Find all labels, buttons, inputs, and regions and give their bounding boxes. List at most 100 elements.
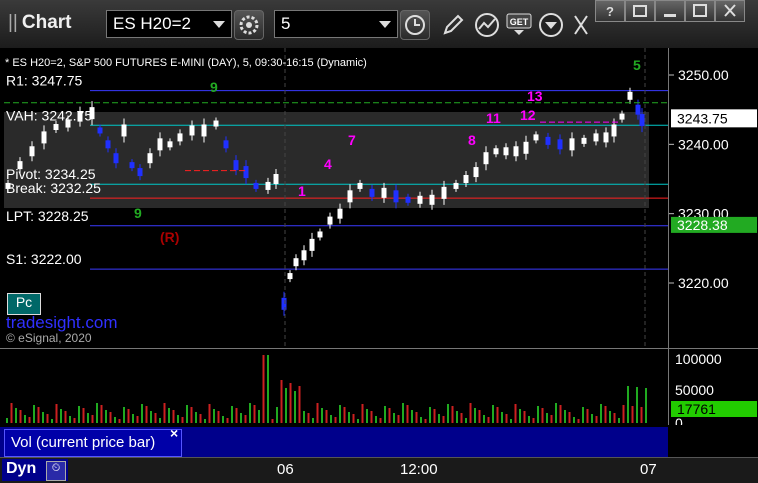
volume-bar (519, 409, 521, 423)
price-tick-label: 3250.00 (678, 67, 729, 83)
volume-bar (136, 416, 139, 423)
volume-bar (438, 414, 440, 423)
volume-bar (573, 417, 575, 423)
maximize-button[interactable] (685, 0, 715, 22)
candle-body (593, 133, 599, 142)
volume-bar (510, 419, 512, 423)
volume-bar (267, 355, 269, 423)
volume-bar (145, 406, 148, 423)
close-panel-icon[interactable]: × (170, 425, 178, 441)
gear-icon[interactable] (234, 10, 264, 40)
clock-icon[interactable] (400, 10, 430, 40)
level-label: S1: 3222.00 (6, 251, 82, 267)
volume-bar (118, 419, 121, 423)
volume-bar (55, 404, 58, 423)
volume-bar (361, 404, 364, 423)
volume-tick-label: 100000 (675, 351, 722, 367)
candle-body (545, 136, 551, 145)
symbol-dropdown[interactable]: ES H20=2 (106, 10, 232, 38)
volume-bar (429, 407, 431, 423)
pencil-icon[interactable] (440, 12, 466, 38)
candle-body (5, 182, 11, 189)
lpt-tag-value: 3228.38 (677, 217, 728, 233)
volume-bar (82, 408, 85, 423)
count-marker: 9 (210, 79, 218, 95)
candle-body (639, 114, 645, 127)
volume-bar (487, 417, 490, 423)
restore-icon[interactable] (625, 0, 655, 22)
chart-title: || Chart (8, 12, 72, 33)
volume-bar (289, 383, 292, 423)
candle-body (503, 147, 509, 156)
volume-bar (366, 409, 368, 423)
volume-bar (577, 419, 580, 423)
volume-bar (168, 408, 170, 423)
volume-bar (190, 407, 193, 423)
candle-body (473, 167, 479, 178)
volume-bar (352, 414, 355, 423)
volume-bar (312, 418, 314, 423)
candle-body (533, 134, 539, 141)
candle-body (393, 190, 399, 203)
candle-body (619, 113, 625, 120)
minimize-button[interactable] (655, 0, 685, 22)
volume-bar (433, 409, 436, 423)
volume-bar (402, 403, 404, 423)
volume-bar (451, 406, 454, 423)
last-volume-value: 17761 (677, 401, 716, 417)
volume-bar (514, 404, 517, 423)
close-button[interactable] (715, 0, 745, 22)
volume-bar (177, 415, 179, 423)
svg-text:?: ? (606, 4, 614, 19)
volume-panel[interactable] (0, 348, 668, 425)
candle-body (213, 120, 219, 127)
help-button[interactable]: ? (595, 0, 625, 22)
volume-bar (631, 406, 634, 423)
candle-body (309, 238, 315, 251)
study-icon[interactable] (474, 11, 502, 39)
dropdown-circle-icon[interactable] (538, 12, 564, 38)
candle-body (265, 181, 271, 190)
volume-bar (357, 419, 359, 423)
clock-lock-icon[interactable]: ⏲ (46, 461, 66, 481)
candle-body (77, 111, 83, 122)
level-label: Break: 3232.25 (6, 180, 101, 196)
link-icon[interactable] (569, 12, 593, 38)
volume-bar (141, 404, 143, 423)
get-data-icon[interactable]: GET (506, 13, 532, 35)
volume-bars (6, 355, 647, 423)
volume-bar (226, 418, 229, 423)
volume-bar (586, 409, 589, 423)
volume-bar (325, 410, 328, 423)
candle-body (611, 124, 617, 137)
chart-toolbar: || Chart ES H20=2 5 GET ? (0, 0, 758, 49)
r-marker: (R) (160, 229, 179, 245)
volume-panel-label[interactable]: Vol (current price bar) (4, 429, 182, 457)
candle-body (105, 140, 111, 149)
candle-body (635, 104, 641, 115)
volume-bar (343, 407, 346, 423)
volume-bar (303, 411, 305, 423)
volume-bar (28, 417, 31, 423)
volume-bar (294, 391, 296, 423)
candle-body (453, 182, 459, 189)
volume-bar (51, 419, 53, 423)
interval-dropdown[interactable]: 5 (274, 10, 398, 38)
volume-bar (474, 408, 476, 423)
volume-bar (159, 418, 161, 423)
volume-bar (550, 415, 553, 423)
volume-bar (298, 386, 301, 423)
price-plot[interactable]: R1: 3247.75 VAH: 3242.75 Pivot: 3234.25 Bre… (0, 48, 668, 348)
volume-bar (555, 403, 557, 423)
volume-panel-text: Vol (current price bar) (11, 434, 156, 451)
volume-bar (469, 403, 472, 423)
candle-body (405, 196, 411, 203)
candle-body (429, 194, 435, 205)
dyn-badge[interactable]: Dyn ⏲ (2, 459, 68, 481)
pc-button[interactable]: Pc (7, 293, 41, 315)
candle-body (17, 161, 23, 170)
volume-bar (231, 406, 233, 423)
volume-bar (258, 410, 260, 423)
candle-body (201, 124, 207, 137)
candle-body (223, 140, 229, 149)
